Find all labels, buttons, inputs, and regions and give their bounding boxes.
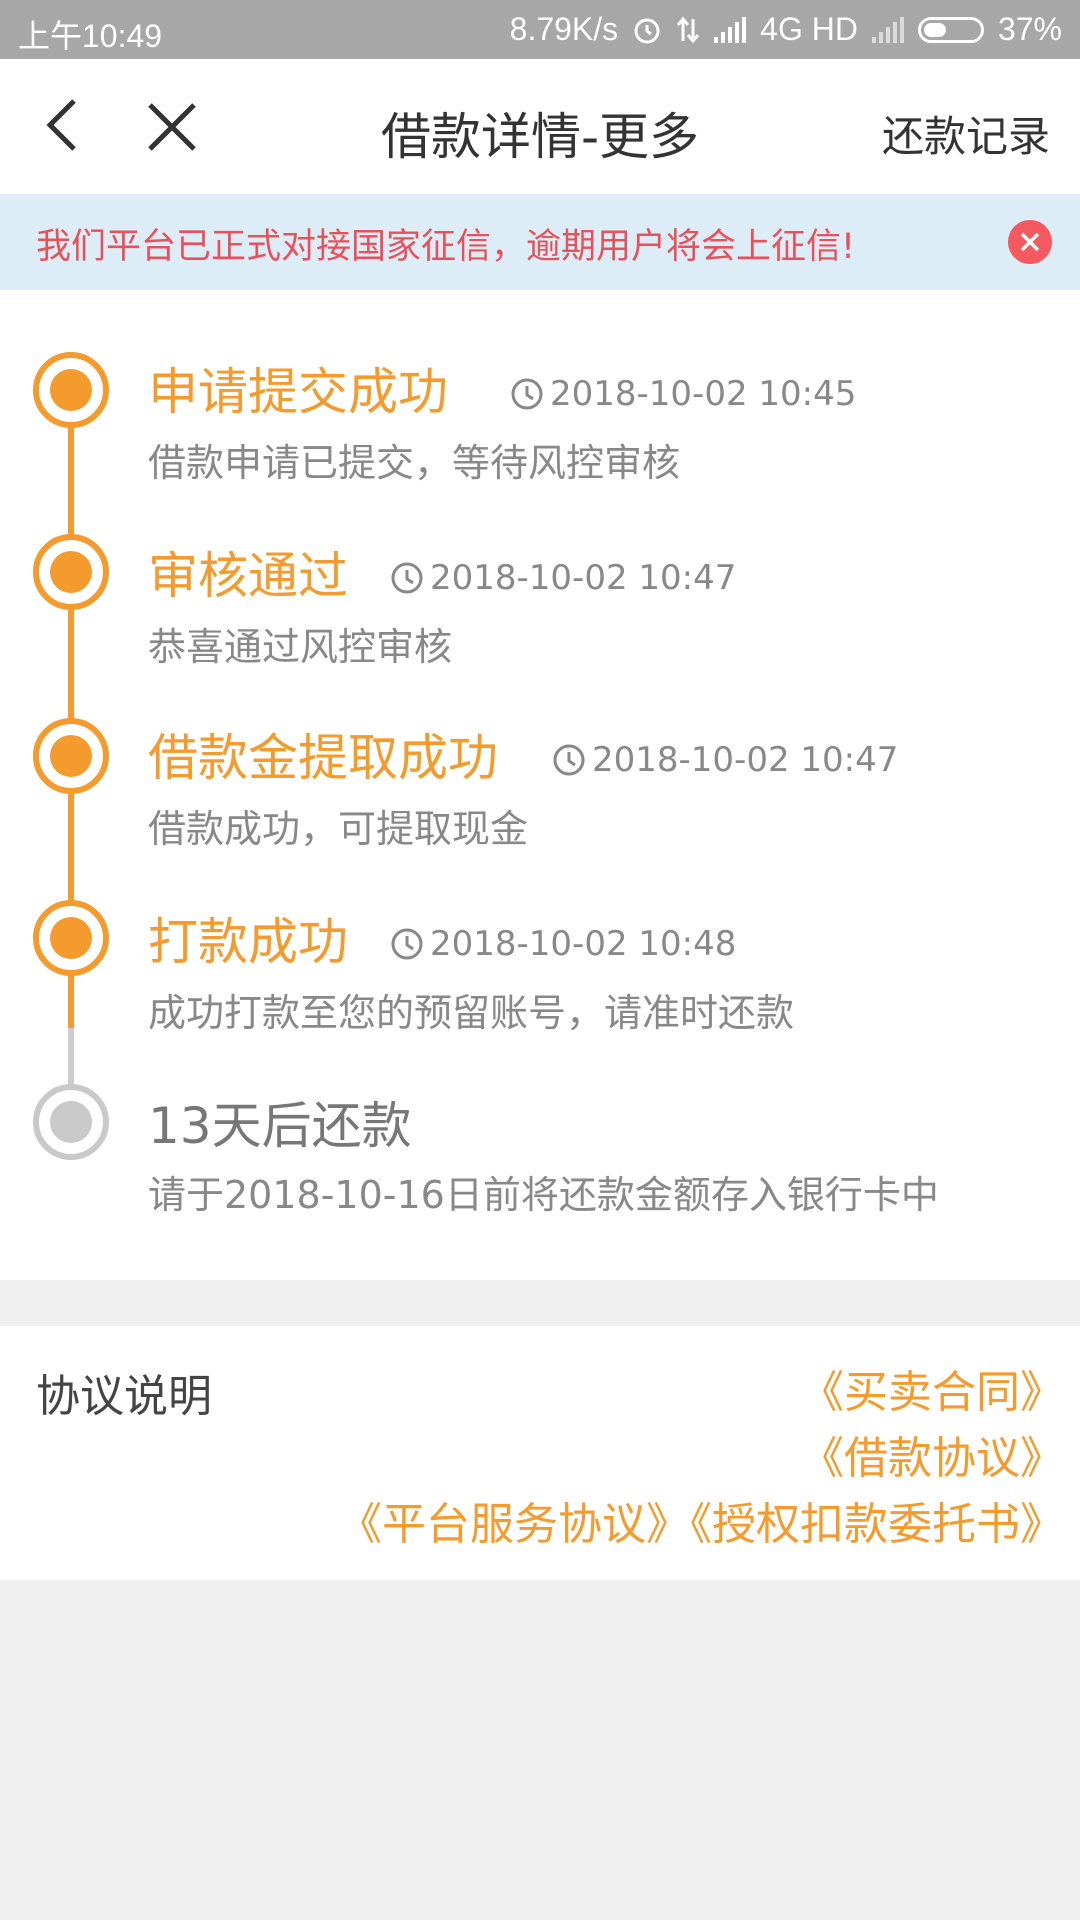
status-time: 上午10:49 xyxy=(18,18,163,54)
step-time: 2018-10-02 10:47 xyxy=(390,558,736,598)
step-time-text: 2018-10-02 10:47 xyxy=(592,740,899,780)
signal-icon xyxy=(714,16,747,43)
step-time-text: 2018-10-02 10:48 xyxy=(430,924,737,964)
clock-icon xyxy=(391,562,423,594)
step-dot xyxy=(33,718,109,794)
agreement-section: 协议说明 《买卖合同》 《借款协议》 《平台服务协议》《授权扣款委托书》 xyxy=(0,1326,1080,1580)
loan-agreement-link[interactable]: 《借款协议》 xyxy=(800,1422,1064,1486)
step-dot xyxy=(33,352,109,428)
step-time: 2018-10-02 10:47 xyxy=(552,740,898,780)
step-title: 审核通过 xyxy=(148,547,348,605)
net-speed: 8.79K/s xyxy=(509,11,619,47)
page: 上午10:49 8.79K/s 4G HD 37% 借款详情-更多 还款记录 我… xyxy=(0,0,1080,1920)
notice-banner: 我们平台已正式对接国家征信，逾期用户将会上征信! xyxy=(0,194,1080,290)
step-time: 2018-10-02 10:48 xyxy=(390,924,736,964)
step-dot xyxy=(33,534,109,610)
repayment-record-link[interactable]: 还款记录 xyxy=(882,103,1050,164)
alarm-icon xyxy=(634,18,660,43)
step-description: 借款成功，可提取现金 xyxy=(148,807,529,851)
notice-close-icon[interactable] xyxy=(1008,220,1052,264)
agreement-label: 协议说明 xyxy=(36,1371,212,1422)
sales-contract-link[interactable]: 《买卖合同》 xyxy=(800,1356,1064,1420)
clock-icon xyxy=(391,928,423,960)
notice-text: 我们平台已正式对接国家征信，逾期用户将会上征信! xyxy=(36,227,856,267)
battery-icon xyxy=(917,16,984,43)
step-title: 借款金提取成功 xyxy=(148,729,498,787)
step-description: 成功打款至您的预留账号，请准时还款 xyxy=(148,991,795,1035)
step-dot-pending xyxy=(33,1084,109,1160)
battery-level: 37% xyxy=(997,11,1062,47)
step-description: 请于2018-10-16日前将还款金额存入银行卡中 xyxy=(148,1173,939,1217)
signal-2-icon xyxy=(871,16,904,43)
status-right: 8.79K/s 4G HD 37% xyxy=(510,11,1062,48)
clock-icon xyxy=(553,744,585,776)
step-title: 打款成功 xyxy=(148,913,348,971)
loan-timeline: 申请提交成功 2018-10-02 10:45 借款申请已提交，等待风控审核 审… xyxy=(0,290,1080,1280)
step-time: 2018-10-02 10:45 xyxy=(510,374,856,414)
step-description: 恭喜通过风控审核 xyxy=(148,625,453,669)
clock-icon xyxy=(511,378,543,410)
network-type: 4G HD xyxy=(760,11,858,47)
data-transfer-icon xyxy=(677,16,700,43)
step-time-text: 2018-10-02 10:47 xyxy=(430,558,737,598)
status-bar: 上午10:49 8.79K/s 4G HD 37% xyxy=(0,0,1080,59)
service-and-authorization-links[interactable]: 《平台服务协议》《授权扣款委托书》 xyxy=(338,1488,1064,1552)
step-time-text: 2018-10-02 10:45 xyxy=(550,374,857,414)
step-title: 申请提交成功 xyxy=(148,363,448,421)
step-title: 13天后还款 xyxy=(148,1097,412,1155)
nav-header: 借款详情-更多 还款记录 xyxy=(0,59,1080,195)
step-dot xyxy=(33,900,109,976)
step-description: 借款申请已提交，等待风控审核 xyxy=(148,441,681,485)
